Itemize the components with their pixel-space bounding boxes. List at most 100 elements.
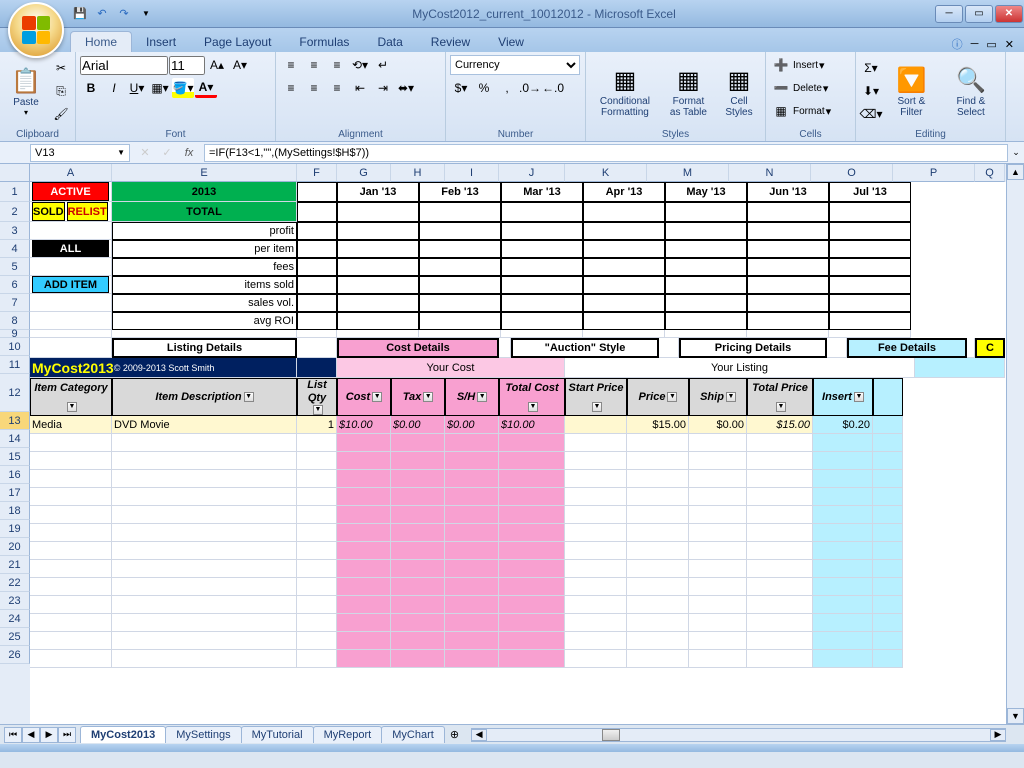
name-box[interactable]: V13▼	[30, 144, 130, 162]
row-header-10[interactable]: 10	[0, 338, 30, 356]
new-sheet-icon[interactable]: ⊕	[444, 728, 465, 741]
merge-center-icon[interactable]: ⬌▾	[395, 78, 417, 98]
expand-formula-icon[interactable]: ⌄	[1008, 147, 1024, 158]
formula-input[interactable]: =IF(F13<1,"",(MySettings!$H$7))	[204, 144, 1008, 162]
copy-icon[interactable]: ⎘	[50, 81, 72, 101]
align-left-icon[interactable]: ≡	[280, 78, 302, 98]
delete-icon[interactable]: ➖	[770, 78, 792, 98]
fee-details-button[interactable]: Fee Details	[847, 338, 967, 358]
ws-first-icon[interactable]: ⏮	[4, 727, 22, 743]
col-header-G[interactable]: G	[337, 164, 391, 182]
col-header-I[interactable]: I	[445, 164, 499, 182]
decrease-decimal-icon[interactable]: ←.0	[542, 78, 564, 98]
col-header-H[interactable]: H	[391, 164, 445, 182]
minimize-button[interactable]: ─	[935, 5, 963, 23]
tab-page-layout[interactable]: Page Layout	[190, 32, 285, 52]
insert-icon[interactable]: ➕	[770, 55, 792, 75]
ws-tab-mytutorial[interactable]: MyTutorial	[241, 726, 314, 743]
row-header-23[interactable]: 23	[0, 592, 30, 610]
increase-indent-icon[interactable]: ⇥	[372, 78, 394, 98]
ws-tab-mysettings[interactable]: MySettings	[165, 726, 241, 743]
autosum-icon[interactable]: Σ▾	[860, 58, 882, 78]
hdr-ship[interactable]: Ship▼	[689, 378, 747, 416]
pricing-details-button[interactable]: Pricing Details	[679, 338, 827, 358]
number-format-select[interactable]: Currency	[450, 55, 580, 75]
col-header-O[interactable]: O	[811, 164, 893, 182]
tab-home[interactable]: Home	[70, 31, 132, 52]
row-header-12[interactable]: 12	[0, 374, 30, 412]
row-header-25[interactable]: 25	[0, 628, 30, 646]
col-header-N[interactable]: N	[729, 164, 811, 182]
doc-restore-icon[interactable]: ▭	[986, 38, 996, 51]
doc-minimize-icon[interactable]: ─	[971, 38, 979, 50]
row-header-3[interactable]: 3	[0, 222, 30, 240]
col-header-A[interactable]: A	[30, 164, 112, 182]
scroll-up-icon[interactable]: ▲	[1007, 164, 1024, 180]
row-header-11[interactable]: 11	[0, 356, 30, 374]
enter-formula-icon[interactable]: ✓	[158, 146, 176, 159]
fx-icon[interactable]: fx	[180, 147, 198, 159]
row-header-1[interactable]: 1	[0, 182, 30, 202]
select-all-corner[interactable]	[0, 164, 30, 182]
align-middle-icon[interactable]: ≡	[303, 55, 325, 75]
conditional-formatting-button[interactable]: ▦Conditional Formatting	[590, 62, 660, 120]
help-icon[interactable]: ⓘ	[952, 36, 963, 52]
cell-ship[interactable]: $0.00	[689, 416, 747, 434]
redo-icon[interactable]: ↷	[116, 6, 132, 22]
ws-tab-myreport[interactable]: MyReport	[313, 726, 383, 743]
row-header-26[interactable]: 26	[0, 646, 30, 664]
tab-view[interactable]: View	[484, 32, 538, 52]
scroll-right-icon[interactable]: ▶	[990, 729, 1006, 741]
bold-button[interactable]: B	[80, 78, 102, 98]
row-header-2[interactable]: 2	[0, 202, 30, 222]
col-header-P[interactable]: P	[893, 164, 975, 182]
save-icon[interactable]: 💾	[72, 6, 88, 22]
border-icon[interactable]: ▦▾	[149, 78, 171, 98]
ws-next-icon[interactable]: ▶	[40, 727, 58, 743]
font-name-select[interactable]	[80, 56, 168, 75]
auction-style-button[interactable]: "Auction" Style	[511, 338, 659, 358]
row-header-14[interactable]: 14	[0, 430, 30, 448]
c-button[interactable]: C	[975, 338, 1005, 358]
col-header-J[interactable]: J	[499, 164, 565, 182]
cell-desc[interactable]: DVD Movie	[112, 416, 297, 434]
row-header-13[interactable]: 13	[0, 412, 30, 430]
font-color-icon[interactable]: A▾	[195, 78, 217, 98]
cell-start-price[interactable]	[565, 416, 627, 434]
active-button[interactable]: ACTIVE	[30, 182, 112, 202]
tab-formulas[interactable]: Formulas	[285, 32, 363, 52]
tab-review[interactable]: Review	[417, 32, 484, 52]
format-painter-icon[interactable]: 🖌	[50, 104, 72, 124]
vertical-scrollbar[interactable]: ▲ ▼	[1006, 164, 1024, 724]
increase-font-icon[interactable]: A▴	[206, 55, 228, 75]
cell-total-price[interactable]: $15.00	[747, 416, 813, 434]
col-header-K[interactable]: K	[565, 164, 647, 182]
undo-icon[interactable]: ↶	[94, 6, 110, 22]
comma-icon[interactable]: ,	[496, 78, 518, 98]
cell-insert[interactable]: $0.20	[813, 416, 873, 434]
hdr-qty[interactable]: List Qty▼	[297, 378, 337, 416]
row-header-5[interactable]: 5	[0, 258, 30, 276]
fill-color-icon[interactable]: 🪣▾	[172, 78, 194, 98]
row-header-20[interactable]: 20	[0, 538, 30, 556]
cell-category[interactable]: Media	[30, 416, 112, 434]
close-button[interactable]: ✕	[995, 5, 1023, 23]
qat-dropdown-icon[interactable]: ▼	[138, 6, 154, 22]
col-header-Q[interactable]: Q	[975, 164, 1005, 182]
cell-total-cost[interactable]: $10.00	[499, 416, 565, 434]
hdr-price[interactable]: Price▼	[627, 378, 689, 416]
cell-qty[interactable]: 1	[297, 416, 337, 434]
hdr-insert[interactable]: Insert▼	[813, 378, 873, 416]
align-right-icon[interactable]: ≡	[326, 78, 348, 98]
scroll-down-icon[interactable]: ▼	[1007, 708, 1024, 724]
horizontal-scrollbar[interactable]: ◀ ▶	[471, 728, 1006, 742]
scroll-left-icon[interactable]: ◀	[471, 729, 487, 741]
fill-icon[interactable]: ⬇▾	[860, 81, 882, 101]
cell-price[interactable]: $15.00	[627, 416, 689, 434]
align-bottom-icon[interactable]: ≡	[326, 55, 348, 75]
ws-tab-mycost2013[interactable]: MyCost2013	[80, 726, 166, 743]
orientation-icon[interactable]: ⟲▾	[349, 55, 371, 75]
sort-filter-button[interactable]: 🔽Sort & Filter	[884, 62, 939, 120]
row-header-6[interactable]: 6	[0, 276, 30, 294]
decrease-indent-icon[interactable]: ⇤	[349, 78, 371, 98]
